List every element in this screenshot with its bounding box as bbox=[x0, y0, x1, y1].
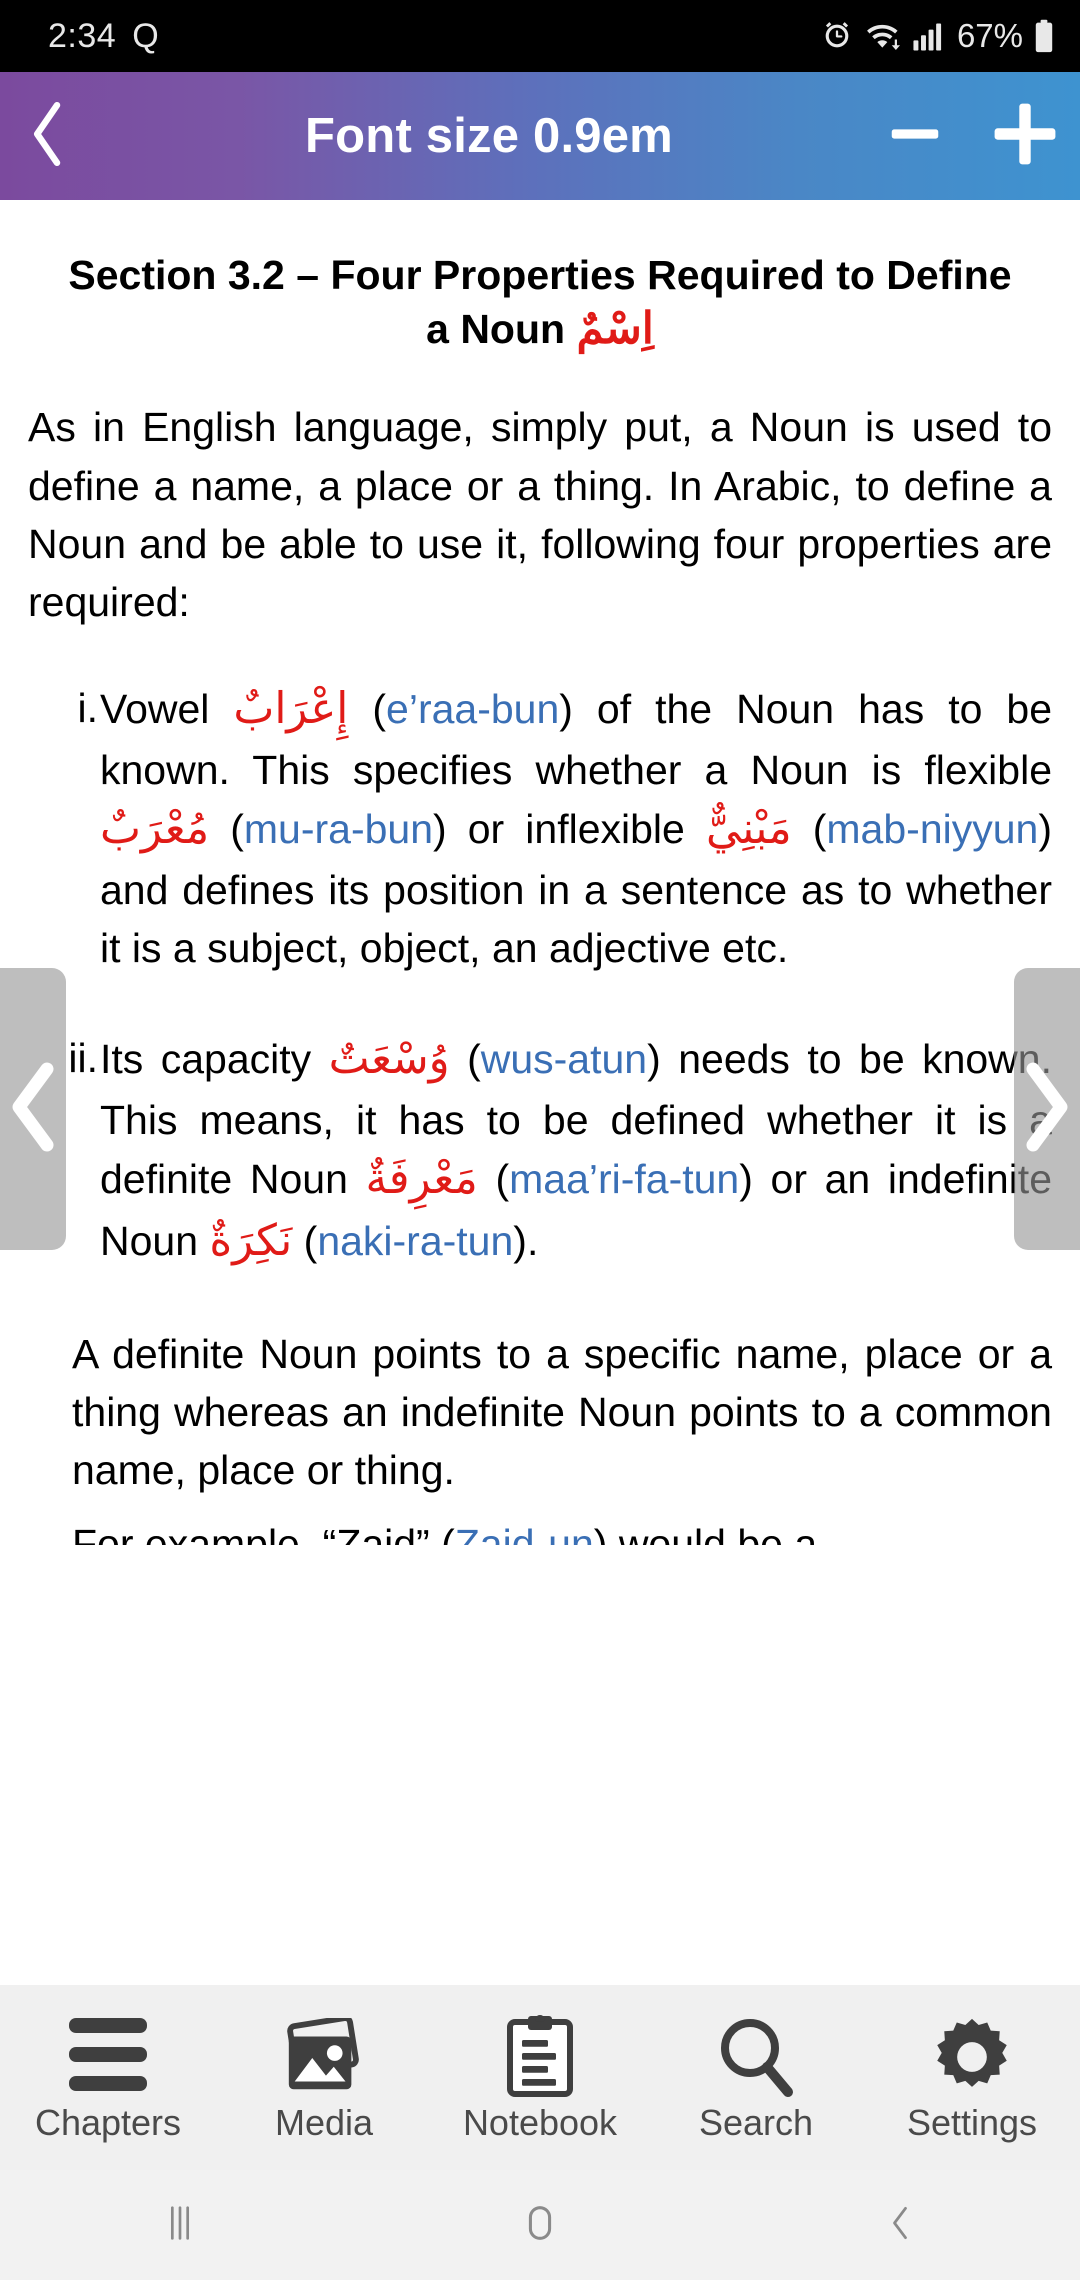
arabic-term: وُسْعَتٌ bbox=[328, 1035, 450, 1084]
arabic-term: إِعْرَابٌ bbox=[233, 685, 349, 734]
page-title: Font size 0.9em bbox=[305, 109, 673, 163]
transliteration: mab-niyyun bbox=[826, 806, 1039, 853]
list-item: ii. Its capacity وُسْعَتٌ (wus-atun) need… bbox=[68, 1029, 1052, 1272]
toolbar-label-settings: Settings bbox=[906, 2102, 1038, 2143]
toolbar-label-chapters: Chapters bbox=[34, 2102, 182, 2143]
list-item: i. Vowel إِعْرَابٌ (e’raa-bun) of the Nou… bbox=[78, 679, 1053, 977]
transliteration: e’raa-bun bbox=[386, 686, 560, 733]
clipboard-icon bbox=[504, 2012, 576, 2098]
list-item-text-1: Its capacity bbox=[100, 1036, 329, 1083]
list-item-text-2: ( bbox=[348, 686, 387, 733]
list-item-text-4: ( bbox=[209, 806, 244, 853]
arabic-term: مُعْرَبٌ bbox=[100, 805, 210, 854]
cutoff-paragraph: For example, “Zaid” (Zaid-un) would be a bbox=[28, 1515, 1052, 1545]
transliteration: mu-ra-bun bbox=[243, 806, 433, 853]
android-navigation-bar bbox=[0, 2170, 1080, 2280]
battery-percent-label: 67% bbox=[956, 17, 1023, 54]
section-heading: Section 3.2 – Four Properties Required t… bbox=[28, 250, 1052, 356]
list-item-text-1: Vowel bbox=[100, 686, 234, 733]
home-button[interactable] bbox=[440, 2170, 640, 2280]
toolbar-item-settings[interactable]: Settings bbox=[864, 1986, 1080, 2171]
transliteration: maa’ri-fa-tun bbox=[509, 1156, 740, 1203]
magnifier-icon bbox=[716, 2012, 796, 2098]
next-page-button[interactable] bbox=[1014, 968, 1080, 1250]
wifi-icon bbox=[865, 19, 901, 53]
list-item-text-6: ( bbox=[292, 1217, 318, 1264]
transliteration: Zaid-un bbox=[454, 1521, 594, 1546]
list-item-text-7: ). bbox=[513, 1217, 539, 1264]
section-heading-text: Section 3.2 – Four Properties Required t… bbox=[68, 252, 1012, 352]
intro-paragraph: As in English language, simply put, a No… bbox=[28, 404, 1052, 626]
home-icon bbox=[517, 2200, 563, 2251]
list-item-text-5: ) or inflexible bbox=[433, 806, 706, 853]
status-bar-right: 67% bbox=[820, 17, 1054, 55]
plus-icon bbox=[987, 96, 1063, 177]
toolbar-item-notebook[interactable]: Notebook bbox=[432, 1986, 648, 2171]
section-heading-arabic: اِسْمٌ bbox=[576, 304, 654, 353]
app-header-bar: Font size 0.9em bbox=[0, 72, 1080, 200]
reader-content[interactable]: Section 3.2 – Four Properties Required t… bbox=[0, 200, 1080, 1985]
closing-paragraph: A definite Noun points to a specific nam… bbox=[72, 1330, 1052, 1494]
status-bar: 2:34 Q 67% bbox=[0, 0, 1080, 72]
status-bar-left: 2:34 Q bbox=[48, 17, 159, 56]
toolbar-label-notebook: Notebook bbox=[462, 2102, 618, 2143]
status-indicator-letter: Q bbox=[132, 16, 160, 55]
decrease-font-size-button[interactable] bbox=[860, 72, 970, 200]
chevron-right-icon bbox=[1019, 1057, 1075, 1162]
toolbar-label-search: Search bbox=[698, 2102, 814, 2143]
back-button[interactable] bbox=[0, 72, 96, 200]
status-time: 2:34 bbox=[48, 16, 117, 55]
bottom-toolbar: Chapters Media Notebook Search Settings bbox=[0, 1985, 1080, 2170]
app-screen: 2:34 Q 67% Font size 0.9em Section 3.2 –… bbox=[0, 0, 1080, 2280]
gear-icon bbox=[931, 2012, 1013, 2098]
transliteration: wus-atun bbox=[480, 1036, 648, 1083]
recents-icon bbox=[157, 2200, 203, 2251]
alarm-icon bbox=[820, 19, 854, 53]
transliteration: naki-ra-tun bbox=[317, 1217, 514, 1264]
list-item-text-6: ( bbox=[791, 806, 827, 853]
arabic-term: نَكِرَةٌ bbox=[209, 1216, 293, 1265]
arabic-term: مَبْنِيٌّ bbox=[705, 805, 792, 854]
properties-list: i. Vowel إِعْرَابٌ (e’raa-bun) of the Nou… bbox=[28, 679, 1052, 1272]
minus-icon bbox=[884, 103, 946, 170]
back-button[interactable] bbox=[800, 2170, 1000, 2280]
list-item-text-2: ( bbox=[449, 1036, 481, 1083]
toolbar-item-search[interactable]: Search bbox=[648, 1986, 864, 2171]
recents-button[interactable] bbox=[80, 2170, 280, 2280]
cutoff-text-prefix: For example, “Zaid” ( bbox=[72, 1521, 455, 1546]
toolbar-item-media[interactable]: Media bbox=[216, 1986, 432, 2171]
hamburger-menu-icon bbox=[69, 2012, 147, 2098]
toolbar-label-media: Media bbox=[274, 2102, 374, 2143]
arabic-term: مَعْرِفَةٌ bbox=[365, 1155, 478, 1204]
back-chevron-icon bbox=[878, 2201, 922, 2250]
chevron-left-icon bbox=[25, 98, 71, 175]
cutoff-text-suffix: ) would be a bbox=[593, 1521, 818, 1546]
previous-page-button[interactable] bbox=[0, 968, 66, 1250]
increase-font-size-button[interactable] bbox=[970, 72, 1080, 200]
signal-icon bbox=[912, 20, 944, 52]
toolbar-item-chapters[interactable]: Chapters bbox=[0, 1986, 216, 2171]
list-item-text-4: ( bbox=[477, 1156, 510, 1203]
photos-icon bbox=[281, 2012, 367, 2098]
list-item-marker: i. bbox=[77, 685, 99, 732]
battery-icon bbox=[1034, 19, 1054, 53]
chevron-left-icon bbox=[5, 1057, 61, 1162]
